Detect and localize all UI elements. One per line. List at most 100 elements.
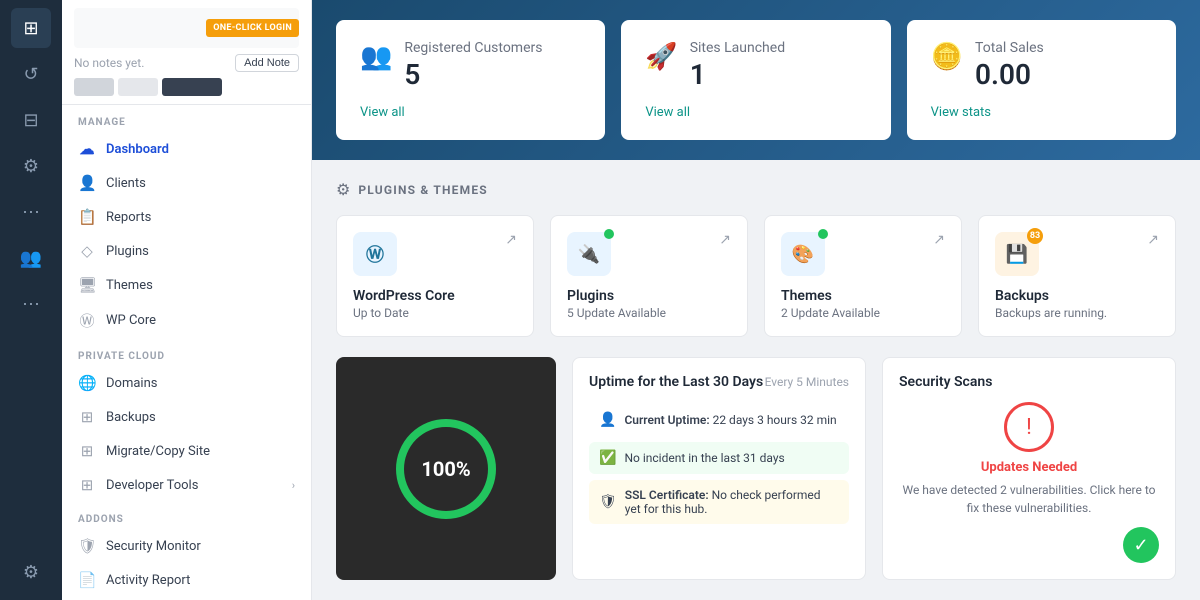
fix-button[interactable]: ✓ [1123, 527, 1159, 563]
sidebar-item-domains[interactable]: 🌐 Domains [62, 366, 311, 400]
plugin-card-plugins[interactable]: 🔌 ↗ Plugins 5 Update Available [550, 215, 748, 337]
sales-view-stats-link[interactable]: View stats [931, 105, 1152, 120]
icon-bar-table[interactable]: ⊟ [11, 100, 51, 140]
reports-icon: 📋 [78, 208, 96, 226]
plugins-icon: ◇ [78, 242, 96, 260]
themes-name: Themes [781, 288, 945, 304]
customers-view-all-link[interactable]: View all [360, 105, 581, 120]
uptime-circle: 100% [396, 419, 496, 519]
add-note-button[interactable]: Add Note [235, 54, 299, 72]
security-monitor-icon: 🛡 [78, 537, 96, 555]
sales-label: Total Sales [975, 40, 1044, 56]
security-warning-icon: ! [1004, 402, 1054, 452]
icon-bar-more2[interactable]: ⋯ [11, 284, 51, 324]
sidebar-item-backups-label: Backups [106, 410, 156, 425]
icon-bar: ⊞ ↺ ⊟ ⚙ ⋯ 👥 ⋯ ⚙ [0, 0, 62, 600]
sidebar-item-wpcore[interactable]: Ⓦ WP Core [62, 302, 311, 339]
themes-arrow-icon: ↗ [933, 232, 945, 248]
developer-icon: ⊞ [78, 476, 96, 494]
sidebar: ONE-CLICK LOGIN No notes yet. Add Note M… [62, 0, 312, 600]
icon-bar-users[interactable]: 👥 [11, 238, 51, 278]
plugin-card-backups[interactable]: 💾 83 ↗ Backups Backups are running. [978, 215, 1176, 337]
sidebar-item-clients[interactable]: 👤 Clients [62, 166, 311, 200]
uptime-current-text: Current Uptime: 22 days 3 hours 32 min [624, 413, 836, 427]
sidebar-item-activity-report-label: Activity Report [106, 573, 190, 588]
sites-icon: 🚀 [645, 42, 677, 72]
icon-bar-gear[interactable]: ⚙ [11, 552, 51, 592]
sidebar-top: ONE-CLICK LOGIN No notes yet. Add Note [62, 0, 311, 105]
uptime-card: Uptime for the Last 30 Days Every 5 Minu… [572, 357, 866, 580]
plugins-logo: 🔌 [567, 232, 611, 276]
security-card: Security Scans ! Updates Needed We have … [882, 357, 1176, 580]
backups-badge: 83 [1027, 228, 1043, 244]
private-cloud-section-label: PRIVATE CLOUD [62, 339, 311, 366]
sidebar-item-backups[interactable]: ⊞ Backups [62, 400, 311, 434]
sites-value: 1 [690, 58, 785, 91]
uptime-row-ssl: 🛡 SSL Certificate: No check performed ye… [589, 480, 849, 524]
notes-placeholder: No notes yet. [74, 56, 144, 70]
plugin-card-wpcore[interactable]: Ⓦ ↗ WordPress Core Up to Date [336, 215, 534, 337]
uptime-image: 100% [336, 357, 556, 580]
uptime-title: Uptime for the Last 30 Days [589, 374, 763, 390]
sites-view-all-link[interactable]: View all [645, 105, 866, 120]
backups-logo-icon: 💾 [1006, 244, 1028, 265]
sidebar-item-migrate[interactable]: ⊞ Migrate/Copy Site [62, 434, 311, 468]
sales-icon: 🪙 [931, 42, 963, 72]
sidebar-item-developer[interactable]: ⊞ Developer Tools › [62, 468, 311, 502]
icon-bar-more1[interactable]: ⋯ [11, 192, 51, 232]
stat-card-customers-header: 👥 Registered Customers 5 [360, 40, 581, 91]
plugins-arrow-icon: ↗ [719, 232, 731, 248]
customers-icon: 👥 [360, 42, 392, 72]
backups-name: Backups [995, 288, 1159, 304]
customers-value: 5 [404, 58, 542, 91]
stat-card-customers: 👥 Registered Customers 5 View all [336, 20, 605, 140]
backups-arrow-icon: ↗ [1147, 232, 1159, 248]
wp-logo-icon: Ⓦ [366, 241, 384, 267]
plugins-themes-section: ⚙ PLUGINS & THEMES Ⓦ ↗ WordPress Core Up… [312, 160, 1200, 357]
site-preview: ONE-CLICK LOGIN [74, 8, 299, 48]
uptime-row-incident: ✅ No incident in the last 31 days [589, 442, 849, 474]
migrate-icon: ⊞ [78, 442, 96, 460]
uptime-ssl-text: SSL Certificate: No check performed yet … [625, 488, 839, 516]
plugin-card-themes[interactable]: 🎨 ↗ Themes 2 Update Available [764, 215, 962, 337]
plugins-status: 5 Update Available [567, 306, 731, 320]
clients-icon: 👤 [78, 174, 96, 192]
plugin-card-plugins-top: 🔌 ↗ [567, 232, 731, 276]
plugin-card-wpcore-top: Ⓦ ↗ [353, 232, 517, 276]
sidebar-item-wpcore-label: WP Core [106, 313, 156, 328]
icon-bar-refresh[interactable]: ↺ [11, 54, 51, 94]
sidebar-item-themes[interactable]: 🖥 Themes [62, 268, 311, 302]
sidebar-item-dashboard[interactable]: ☁ Dashboard [62, 132, 311, 166]
security-alert: Updates Needed [981, 460, 1077, 475]
swatch-3 [162, 78, 222, 96]
icon-bar-grid[interactable]: ⊞ [11, 8, 51, 48]
icon-bar-settings[interactable]: ⚙ [11, 146, 51, 186]
plugins-status-dot [604, 229, 614, 239]
section-gear-icon: ⚙ [336, 180, 350, 199]
bottom-grid: 100% Uptime for the Last 30 Days Every 5… [312, 357, 1200, 600]
plugin-grid: Ⓦ ↗ WordPress Core Up to Date 🔌 ↗ Plugin… [336, 215, 1176, 337]
sidebar-item-plugins[interactable]: ◇ Plugins [62, 234, 311, 268]
sidebar-item-themes-label: Themes [106, 278, 153, 293]
themes-logo-icon: 🎨 [792, 244, 814, 265]
uptime-frequency: Every 5 Minutes [765, 375, 849, 389]
uptime-percent: 100% [421, 457, 470, 481]
sidebar-item-activity-report[interactable]: 📄 Activity Report [62, 563, 311, 597]
addons-section-label: ADDONS [62, 502, 311, 529]
one-click-login-button[interactable]: ONE-CLICK LOGIN [206, 19, 299, 37]
sidebar-item-migrate-label: Migrate/Copy Site [106, 444, 210, 459]
stat-card-sites-header: 🚀 Sites Launched 1 [645, 40, 866, 91]
backups-status: Backups are running. [995, 306, 1159, 320]
sidebar-item-reports[interactable]: 📋 Reports [62, 200, 311, 234]
main-content: 👥 Registered Customers 5 View all 🚀 Site… [312, 0, 1200, 600]
swatch-1 [74, 78, 114, 96]
section-header: ⚙ PLUGINS & THEMES [336, 180, 1176, 199]
notes-row: No notes yet. Add Note [74, 54, 299, 72]
color-swatches [74, 78, 299, 96]
wpcore-logo: Ⓦ [353, 232, 397, 276]
stat-card-sites: 🚀 Sites Launched 1 View all [621, 20, 890, 140]
wpcore-name: WordPress Core [353, 288, 517, 304]
sidebar-item-security-monitor[interactable]: 🛡 Security Monitor [62, 529, 311, 563]
plugins-logo-icon: 🔌 [578, 244, 600, 265]
sidebar-item-plugins-label: Plugins [106, 244, 149, 259]
